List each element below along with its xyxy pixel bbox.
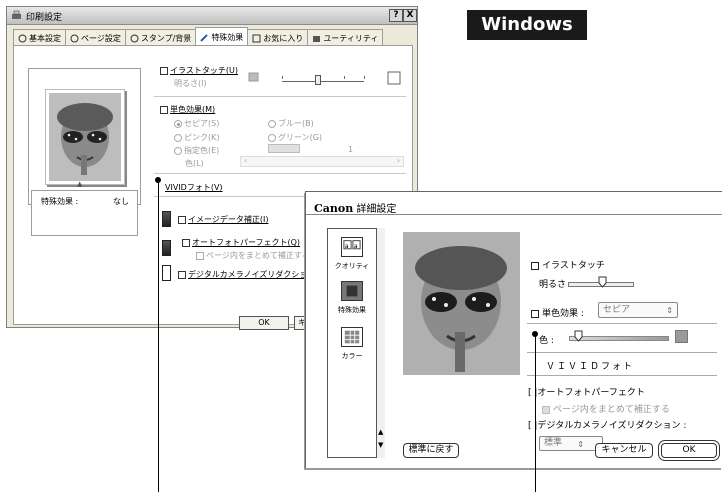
color-swatch [675,330,688,343]
triangle-up-icon: ▲ [77,180,83,188]
tab-page-setup[interactable]: ページ設定 [65,29,126,45]
dialog-title: 印刷設定 [26,13,63,23]
brightness-label: 明るさ : [539,280,572,290]
arrow-down-icon: ▼ [378,441,384,449]
camera-icon [162,265,171,281]
child-photo-image [49,93,121,181]
color-label: 色(L) [185,159,204,168]
vivid-photo-checkbox[interactable]: VIVIDフォト(V) [165,182,223,193]
custom-color-radio[interactable]: 指定色(E) [174,145,219,156]
preview-photo [403,232,520,375]
stamp-icon [130,34,139,43]
color-slider[interactable] [569,336,669,341]
tab-special-effects[interactable]: 特殊効果 [195,27,249,45]
slider-thumb-icon[interactable] [598,276,607,288]
help-button[interactable]: ? [389,9,403,22]
slider-thumb-icon[interactable] [574,330,583,342]
auto-photo-perfect-checkbox[interactable]: [ |オートフォトパーフェクト [528,385,645,398]
illustration-touch-checkbox[interactable]: イラストタッチ [531,258,605,271]
arrow-up-icon: ▲ [378,428,384,436]
favorites-icon [252,34,261,43]
tab-utility[interactable]: ユーティリティ [307,29,384,45]
monochrome-effect-checkbox[interactable]: 単色効果 : [531,306,584,319]
printer-icon [12,10,21,19]
tab-stamp-background[interactable]: スタンプ/背景 [124,29,197,45]
color-swatch [268,144,300,153]
green-radio[interactable]: グリーン(G) [268,132,322,143]
ok-button[interactable]: OK [239,316,289,330]
tab-label: 基本設定 [29,34,61,43]
effect-summary-label: 特殊効果 : [41,197,79,206]
auto-photo-perfect-checkbox[interactable]: オートフォトパーフェクト(Q) [182,237,300,248]
illustration-touch-checkbox[interactable]: イラストタッチ(U) [160,65,238,76]
sidebar-item-label: カラー [341,352,363,360]
brush-icon [200,34,209,42]
reset-defaults-button[interactable]: 標準に戻す [403,443,459,458]
brightness-label: 明るさ(I) [174,79,207,88]
color-value: 1 [348,145,354,154]
mac-advanced-settings-dialog: Canon 詳細設定 aa クオリティ 特殊効果 カラー ▲ ▼ イラストタッチ… [305,191,722,468]
chevron-right-icon: › [396,156,400,165]
sidebar-item-label: クオリティ [334,262,370,270]
digital-camera-nr-checkbox[interactable]: [ |デジタルカメラノイズリダクション : [528,418,686,431]
child-photo-image [403,232,520,375]
basic-settings-icon [18,34,27,43]
color-icon [341,327,363,347]
utility-icon [313,36,321,42]
tab-label: スタンプ/背景 [140,34,192,43]
page-batch-correction-checkbox[interactable]: ページ内をまとめて補正する [542,402,670,415]
special-effects-icon [341,281,363,301]
chevron-left-icon: ‹ [244,156,248,165]
tab-label: ユーティリティ [323,34,379,43]
windows-badge: Windows [467,10,587,40]
preview-area [28,68,141,205]
sepia-radio[interactable]: セピア(S) [174,118,219,129]
image-data-icon [162,211,171,227]
callout-line [535,334,536,492]
sidebar-item-quality[interactable]: aa クオリティ [334,237,370,271]
effect-summary-value: なし [113,197,129,206]
page-setup-icon [70,34,79,43]
noise-reduction-popup[interactable]: 標準 ⇕ [539,436,603,451]
tab-bar: 基本設定 ページ設定 スタンプ/背景 特殊効果 お気に入り ユーティリティ [13,27,393,45]
close-button[interactable]: X [403,9,417,22]
monochrome-popup[interactable]: セピア ⇕ [598,302,678,318]
tab-label: お気に入り [263,34,304,43]
cancel-button[interactable]: キャンセル [595,443,653,458]
tab-label: ページ設定 [81,34,121,43]
pink-radio[interactable]: ピンク(K) [174,132,220,143]
brightness-low-icon [248,72,259,82]
tab-favorites[interactable]: お気に入り [247,29,309,45]
svg-text:a: a [354,243,358,250]
sidebar-item-label: 特殊効果 [338,306,366,314]
page-batch-correction-checkbox[interactable]: ページ内をまとめて補正する(T) [196,250,321,261]
title-bar: 印刷設定 ? X [7,7,417,25]
dialog-title: Canon 詳細設定 [314,200,396,215]
color-slider[interactable]: ‹ › [240,156,404,167]
color-label: 色 : [539,336,554,346]
blue-radio[interactable]: ブルー(B) [268,118,314,129]
brightness-slider-track[interactable] [282,81,364,82]
tab-label: 特殊効果 [211,33,244,42]
up-down-arrows-icon: ⇕ [577,440,584,449]
quality-icon: aa [341,237,363,257]
sidebar-item-special-effects[interactable]: 特殊効果 [334,281,370,315]
ok-button[interactable]: OK [661,443,717,458]
image-data-correction-checkbox[interactable]: イメージデータ補正(I) [178,214,268,225]
preview-photo [45,89,125,185]
vivid-photo-label: ＶＩＶＩＤフォト [546,362,635,372]
list-scrollbar[interactable]: ▲ ▼ [376,228,385,458]
tab-basic[interactable]: 基本設定 [13,29,66,45]
svg-text:a: a [345,243,349,250]
brightness-high-icon [387,71,401,85]
monochrome-effect-checkbox[interactable]: 単色効果(M) [160,104,215,115]
up-down-arrows-icon: ⇕ [666,306,673,315]
brightness-slider-thumb[interactable] [315,75,321,85]
sidebar-item-color[interactable]: カラー [334,327,370,361]
auto-photo-icon [162,240,171,256]
callout-line [158,180,159,492]
